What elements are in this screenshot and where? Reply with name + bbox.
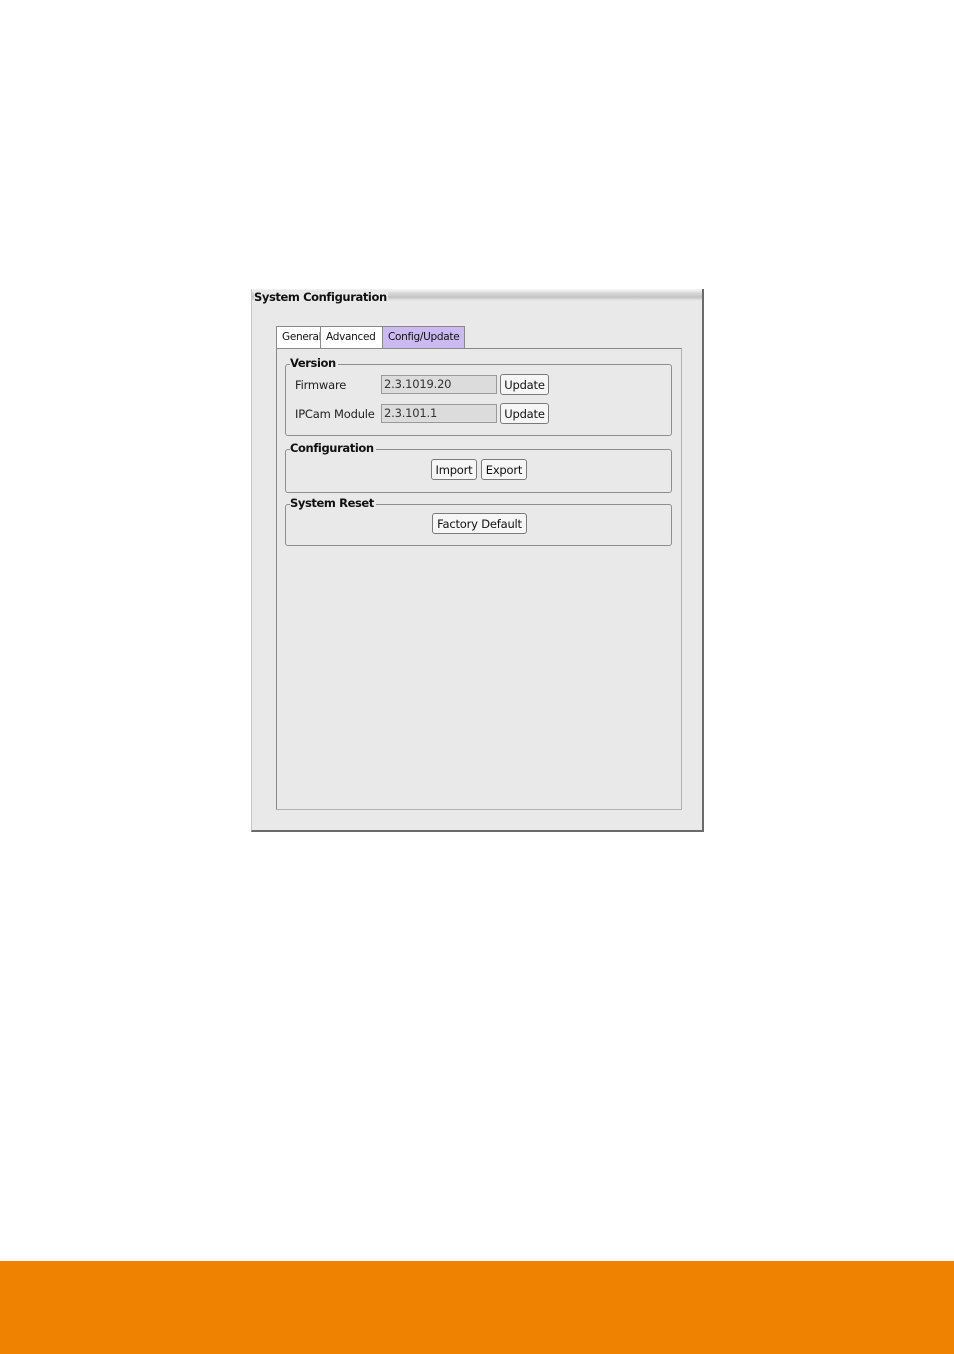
- factory-default-button[interactable]: Factory Default: [432, 513, 527, 534]
- system-reset-group: System Reset Factory Default: [285, 496, 672, 546]
- ipcam-module-update-button[interactable]: Update: [500, 403, 549, 424]
- configuration-group: Configuration Import Export: [285, 441, 672, 493]
- system-configuration-window: System Configuration General Advanced Co…: [251, 289, 704, 832]
- tab-advanced[interactable]: Advanced: [320, 326, 383, 348]
- footer-bar: [0, 1261, 954, 1354]
- ipcam-module-label: IPCam Module: [295, 407, 375, 421]
- configuration-group-title: Configuration: [290, 441, 376, 455]
- tab-config-update[interactable]: Config/Update: [382, 326, 465, 348]
- import-button[interactable]: Import: [431, 459, 477, 480]
- tab-bar: General Advanced Config/Update: [276, 326, 465, 348]
- system-reset-group-title: System Reset: [290, 496, 376, 510]
- firmware-update-button[interactable]: Update: [500, 374, 549, 395]
- export-button[interactable]: Export: [481, 459, 527, 480]
- window-title: System Configuration: [254, 290, 388, 304]
- ipcam-module-version-field: 2.3.101.1: [381, 404, 497, 423]
- firmware-version-field: 2.3.1019.20: [381, 375, 497, 394]
- version-group: Version Firmware 2.3.1019.20 Update IPCa…: [285, 356, 672, 436]
- title-bar: System Configuration: [252, 289, 702, 304]
- tab-general[interactable]: General: [276, 326, 322, 348]
- firmware-label: Firmware: [295, 378, 347, 392]
- version-group-title: Version: [290, 356, 338, 370]
- config-update-panel: Version Firmware 2.3.1019.20 Update IPCa…: [276, 348, 682, 810]
